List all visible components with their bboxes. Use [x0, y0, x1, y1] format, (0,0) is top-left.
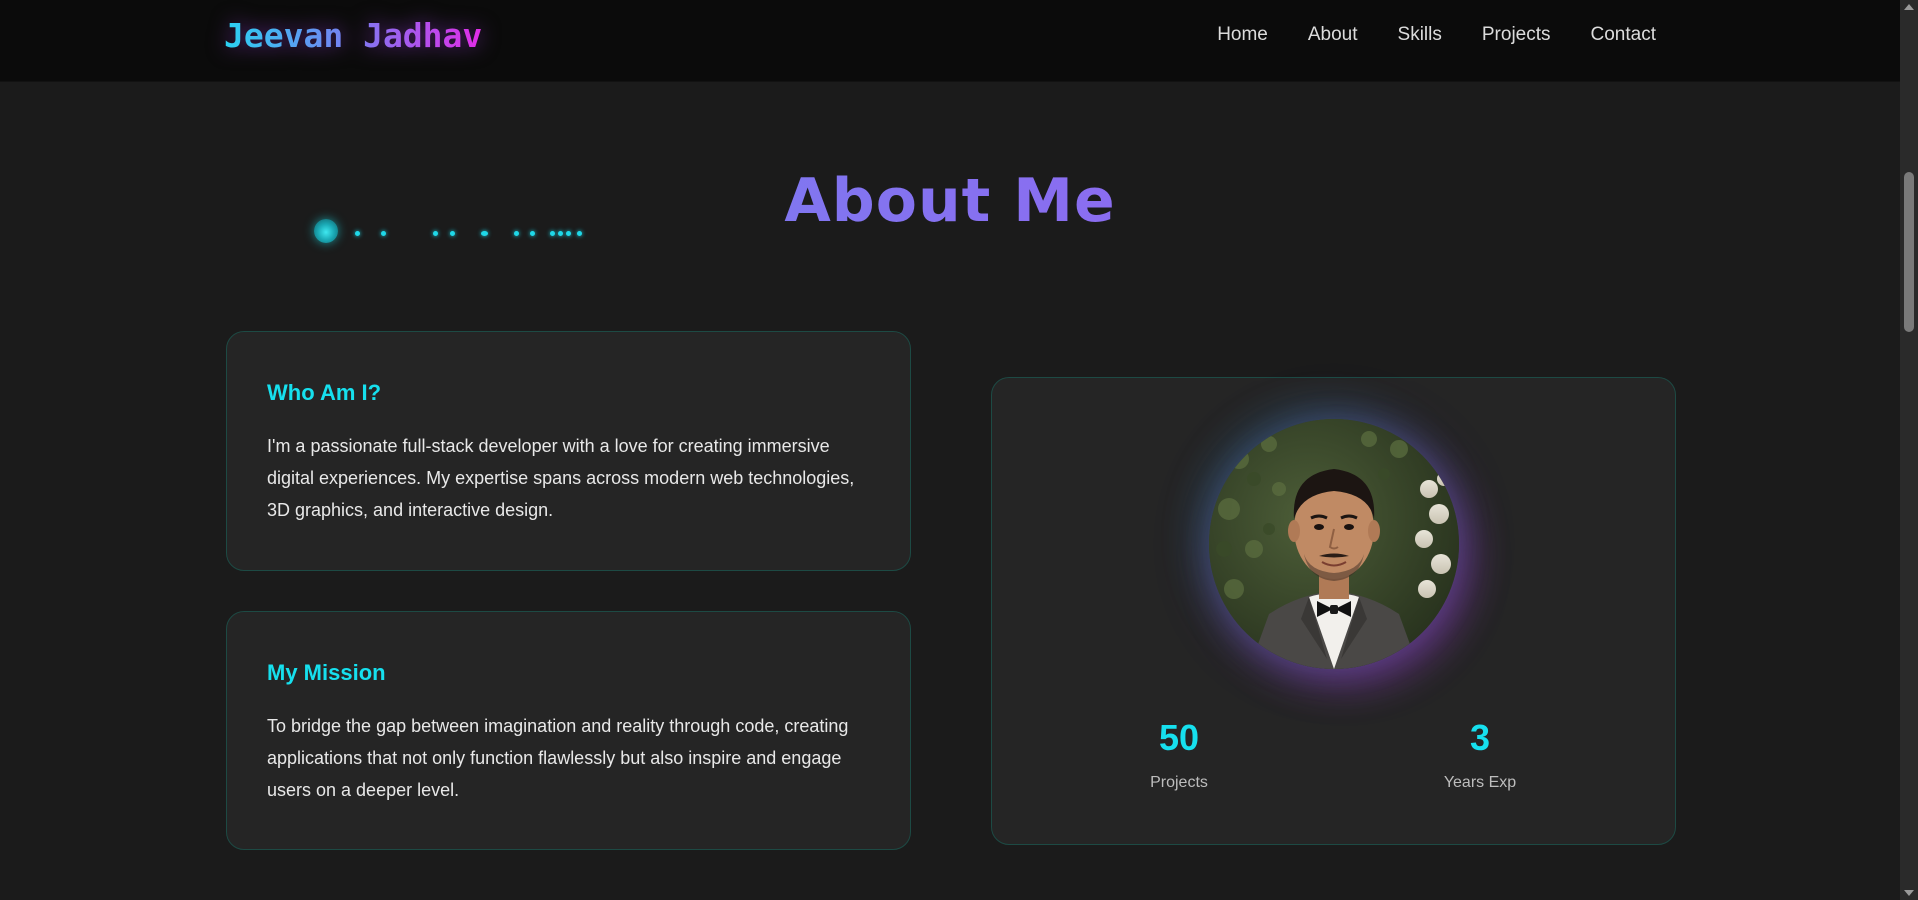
nav-link-projects[interactable]: Projects	[1482, 24, 1551, 46]
chevron-down-icon[interactable]	[1904, 890, 1914, 896]
nav-link-about[interactable]: About	[1308, 24, 1358, 46]
navbar: Jeevan Jadhav Home About Skills Projects…	[0, 0, 1900, 82]
stat-projects: 50 Projects	[1079, 716, 1279, 792]
section-title: About Me	[0, 166, 1900, 236]
avatar-portrait	[1209, 419, 1459, 669]
who-am-i-heading: Who Am I?	[267, 380, 382, 405]
section-title-text: About Me	[784, 166, 1116, 236]
mission-text: To bridge the gap between imagination an…	[267, 716, 849, 800]
profile-card: 50 Projects 3 Years Exp	[991, 377, 1676, 845]
brand-logo[interactable]: Jeevan Jadhav	[224, 16, 482, 55]
mission-heading: My Mission	[267, 660, 386, 685]
scrollbar-thumb[interactable]	[1904, 172, 1914, 332]
who-am-i-text: I'm a passionate full-stack developer wi…	[267, 436, 855, 520]
page: Jeevan Jadhav Home About Skills Projects…	[0, 0, 1918, 900]
who-am-i-card: Who Am I? I'm a passionate full-stack de…	[226, 331, 911, 571]
mission-card: My Mission To bridge the gap between ima…	[226, 611, 911, 850]
avatar	[1209, 419, 1459, 669]
nav-links: Home About Skills Projects Contact	[1217, 24, 1656, 46]
stat-years-label: Years Exp	[1443, 774, 1517, 791]
chevron-up-icon[interactable]	[1904, 4, 1914, 10]
nav-link-skills[interactable]: Skills	[1398, 24, 1442, 46]
stat-years-value: 3	[1469, 717, 1491, 758]
nav-link-home[interactable]: Home	[1217, 24, 1268, 46]
stat-years: 3 Years Exp	[1380, 716, 1580, 792]
nav-link-contact[interactable]: Contact	[1591, 24, 1656, 46]
page-scrollbar[interactable]	[1900, 0, 1918, 900]
stat-projects-value: 50	[1158, 717, 1200, 758]
stat-projects-label: Projects	[1150, 774, 1208, 791]
